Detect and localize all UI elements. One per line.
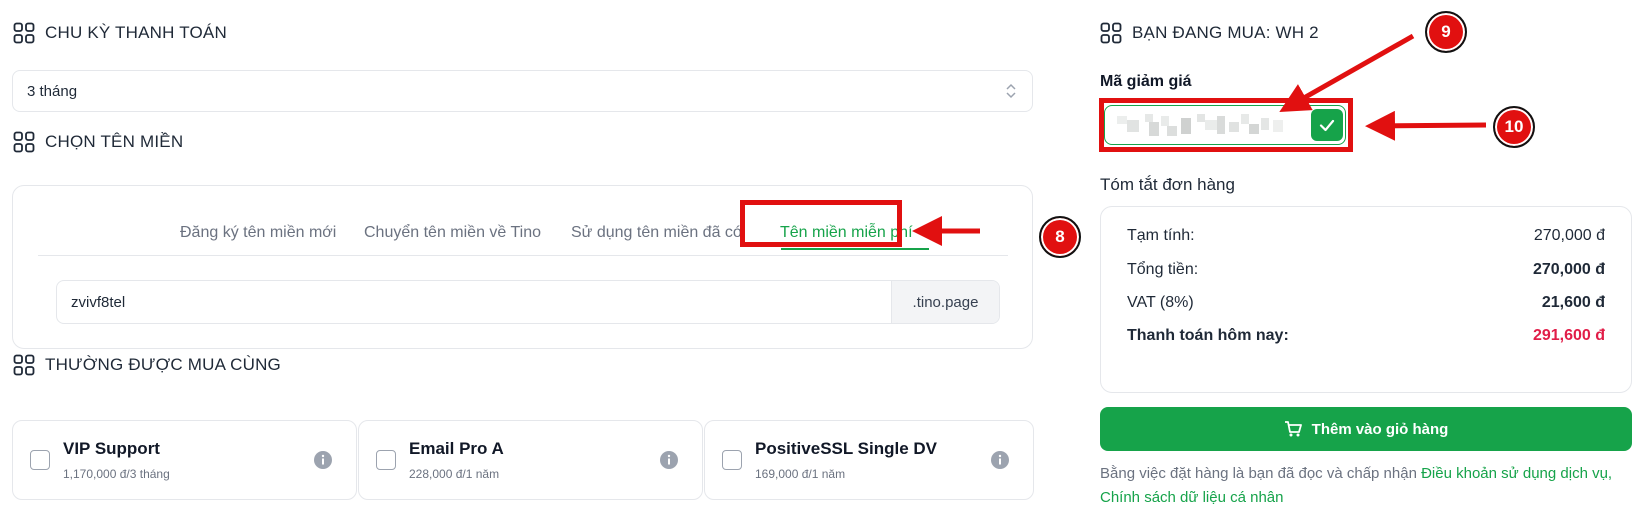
addon-name: PositiveSSL Single DV (755, 439, 938, 458)
badge-10: 10 (1493, 106, 1535, 148)
terms-separator: , (1607, 465, 1613, 482)
addon-checkbox[interactable] (30, 450, 50, 470)
grid-icon (13, 22, 35, 44)
domain-title: CHỌN TÊN MIỀN (45, 132, 184, 151)
summary-row-subtotal: Tạm tính: 270,000 đ (1127, 227, 1605, 245)
addon-card-vip-support[interactable]: VIP Support 1,170,000 đ/3 tháng (12, 420, 357, 500)
summary-row-pay-today: Thanh toán hôm nay: 291,600 đ (1127, 327, 1605, 345)
cart-icon (1284, 421, 1302, 437)
order-title: BẠN ĐANG MUA: WH 2 (1132, 23, 1319, 42)
terms-of-service-link[interactable]: Điều khoản sử dụng dịch vụ (1421, 465, 1608, 482)
info-icon[interactable] (314, 451, 332, 469)
grid-icon (13, 354, 35, 376)
domain-name-input[interactable]: zvivf8tel .tino.page (56, 280, 1000, 324)
summary-title: Tóm tắt đơn hàng (1100, 175, 1235, 194)
tab-register-new[interactable]: Đăng ký tên miền mới (180, 224, 336, 242)
badge-8: 8 (1039, 216, 1081, 258)
highlight-box-free-domain (740, 200, 902, 247)
domain-section-title: CHỌN TÊN MIỀN (13, 131, 183, 153)
summary-row-total: Tổng tiền: 270,000 đ (1127, 261, 1605, 279)
billing-section-title: CHU KỲ THANH TOÁN (13, 22, 227, 44)
domain-suffix: .tino.page (891, 281, 999, 323)
addon-card-email-pro[interactable]: Email Pro A 228,000 đ/1 năm (358, 420, 703, 500)
addon-price: 1,170,000 đ/3 tháng (63, 467, 170, 481)
addon-price: 228,000 đ/1 năm (409, 467, 500, 481)
summary-label: Thanh toán hôm nay: (1127, 327, 1289, 344)
order-section-title: BẠN ĐANG MUA: WH 2 (1100, 22, 1319, 44)
terms-prefix: Bằng việc đặt hàng là bạn đã đọc và chấp… (1100, 465, 1422, 482)
grid-icon (1100, 22, 1122, 44)
arrow-9 (1279, 33, 1415, 112)
info-icon[interactable] (991, 451, 1009, 469)
add-to-cart-button[interactable]: Thêm vào giỏ hàng (1100, 407, 1632, 451)
badge-9: 9 (1425, 11, 1467, 53)
addon-card-positivessl[interactable]: PositiveSSL Single DV 169,000 đ/1 năm (704, 420, 1034, 500)
domain-name-value: zvivf8tel (71, 293, 126, 311)
summary-row-vat: VAT (8%) 21,600 đ (1127, 294, 1605, 312)
add-to-cart-label: Thêm vào giỏ hàng (1311, 420, 1449, 438)
chevron-updown-icon (1006, 83, 1016, 99)
addon-checkbox[interactable] (376, 450, 396, 470)
tab-use-existing[interactable]: Sử dụng tên miền đã có (571, 224, 742, 242)
summary-value: 270,000 đ (1532, 261, 1605, 278)
arrow-10 (1365, 110, 1487, 141)
highlight-box-coupon (1099, 98, 1353, 152)
summary-value: 291,600 đ (1532, 327, 1605, 344)
grid-icon (13, 131, 35, 153)
addon-price: 169,000 đ/1 năm (755, 467, 846, 481)
addon-checkbox[interactable] (722, 450, 742, 470)
tab-transfer[interactable]: Chuyển tên miền về Tino (364, 224, 541, 242)
active-tab-underline (781, 248, 929, 250)
summary-value: 21,600 đ (1541, 294, 1605, 311)
privacy-policy-link[interactable]: Chính sách dữ liệu cá nhân (1100, 489, 1284, 506)
info-icon[interactable] (660, 451, 678, 469)
addons-section-title: THƯỜNG ĐƯỢC MUA CÙNG (13, 354, 281, 376)
addons-title: THƯỜNG ĐƯỢC MUA CÙNG (45, 355, 281, 374)
billing-cycle-select[interactable]: 3 tháng (12, 70, 1033, 112)
summary-value: 270,000 đ (1533, 227, 1605, 244)
summary-label: VAT (8%) (1127, 294, 1194, 311)
addon-name: Email Pro A (409, 439, 504, 458)
terms-text: Bằng việc đặt hàng là bạn đã đọc và chấp… (1100, 462, 1632, 510)
summary-label: Tổng tiền: (1127, 261, 1199, 278)
summary-label: Tạm tính: (1127, 227, 1195, 244)
order-summary-card: Tạm tính: 270,000 đ Tổng tiền: 270,000 đ… (1100, 206, 1632, 393)
billing-title: CHU KỲ THANH TOÁN (45, 23, 227, 42)
billing-cycle-value: 3 tháng (27, 82, 78, 100)
coupon-label: Mã giảm giá (1100, 73, 1192, 90)
addon-name: VIP Support (63, 439, 160, 458)
